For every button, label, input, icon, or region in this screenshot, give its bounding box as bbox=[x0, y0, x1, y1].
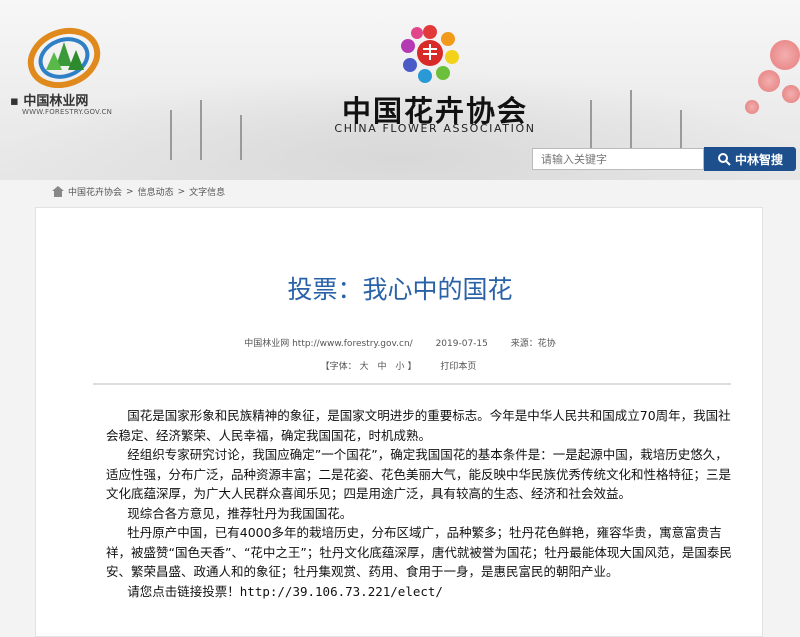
vote-paragraph: 请您点击链接投票！http://39.106.73.221/elect/ bbox=[106, 582, 736, 602]
article-paragraph: 现综合各方意见，推荐牡丹为我国国花。 bbox=[127, 505, 353, 521]
article-source: 中国林业网 http://www.forestry.gov.cn/ bbox=[244, 339, 413, 349]
article-panel: 投票：我心中的国花 中国林业网 http://www.forestry.gov.… bbox=[35, 207, 763, 637]
forestry-site-url: WWW.FORESTRY.GOV.CN bbox=[22, 108, 113, 116]
article-title: 投票：我心中的国花 bbox=[287, 275, 513, 304]
search-button[interactable]: 中林智搜 bbox=[704, 147, 796, 171]
search-input[interactable] bbox=[532, 148, 704, 170]
blossom-decoration bbox=[758, 70, 780, 92]
association-title-en: CHINA FLOWER ASSOCIATION bbox=[334, 122, 536, 135]
home-icon[interactable] bbox=[52, 186, 64, 197]
vote-prefix: 请您点击链接投票！ bbox=[127, 583, 240, 599]
divider bbox=[93, 383, 731, 385]
search-button-label: 中林智搜 bbox=[734, 152, 783, 167]
article-date: 2019-07-15 bbox=[435, 339, 488, 349]
article-paragraph: 经组织专家研究讨论，我国应确定”一个国花”，确定我国国花的基本条件是：一是起源中… bbox=[106, 447, 732, 501]
tree-decoration bbox=[240, 115, 242, 160]
breadcrumb-separator: > bbox=[126, 186, 134, 197]
font-medium-link[interactable]: 中 bbox=[378, 362, 387, 372]
font-small-link[interactable]: 小 bbox=[395, 362, 404, 372]
font-size-close: 】 bbox=[407, 362, 417, 372]
breadcrumb-separator: > bbox=[177, 186, 186, 197]
blossom-decoration bbox=[770, 40, 800, 70]
article-paragraph: 牡丹原产中国，已有4000多年的栽培历史，分布区域广，品种繁多；牡丹花色鲜艳，雍… bbox=[106, 525, 732, 579]
search-icon bbox=[717, 153, 731, 166]
print-link[interactable]: 打印本页 bbox=[440, 362, 476, 372]
tree-decoration bbox=[170, 110, 172, 160]
article-body: 国花是国家形象和民族精神的象征，是国家文明进步的重要标志。今年是中华人民共和国成… bbox=[106, 406, 736, 601]
article-tools: 【字体：大 中 小】 打印本页 bbox=[36, 359, 764, 372]
forestry-site-name[interactable]: ▪ 中国林业网 bbox=[10, 90, 88, 109]
blossom-decoration bbox=[782, 85, 800, 103]
article-paragraph: 国花是国家形象和民族精神的象征，是国家文明进步的重要标志。今年是中华人民共和国成… bbox=[106, 408, 731, 443]
article-origin: 来源：花协 bbox=[510, 339, 556, 349]
forestry-logo-icon[interactable] bbox=[26, 24, 102, 88]
article-meta: 中国林业网 http://www.forestry.gov.cn/ 2019-0… bbox=[36, 336, 764, 349]
vote-link[interactable]: http://39.106.73.221/elect/ bbox=[240, 584, 443, 599]
tree-decoration bbox=[200, 100, 202, 160]
blossom-decoration bbox=[745, 100, 759, 114]
breadcrumb-item-news[interactable]: 信息动态 bbox=[138, 185, 174, 198]
breadcrumb-item-text-info[interactable]: 文字信息 bbox=[189, 185, 225, 198]
page-header: ▪ 中国林业网 WWW.FORESTRY.GOV.CN 中国花卉协会 CHINA… bbox=[0, 0, 800, 180]
breadcrumb: 中国花卉协会 > 信息动态 > 文字信息 bbox=[52, 185, 225, 198]
font-large-link[interactable]: 大 bbox=[360, 362, 369, 372]
flower-association-emblem-icon bbox=[401, 25, 459, 83]
breadcrumb-item-association[interactable]: 中国花卉协会 bbox=[68, 185, 122, 198]
font-size-label: 【字体： bbox=[320, 362, 357, 372]
